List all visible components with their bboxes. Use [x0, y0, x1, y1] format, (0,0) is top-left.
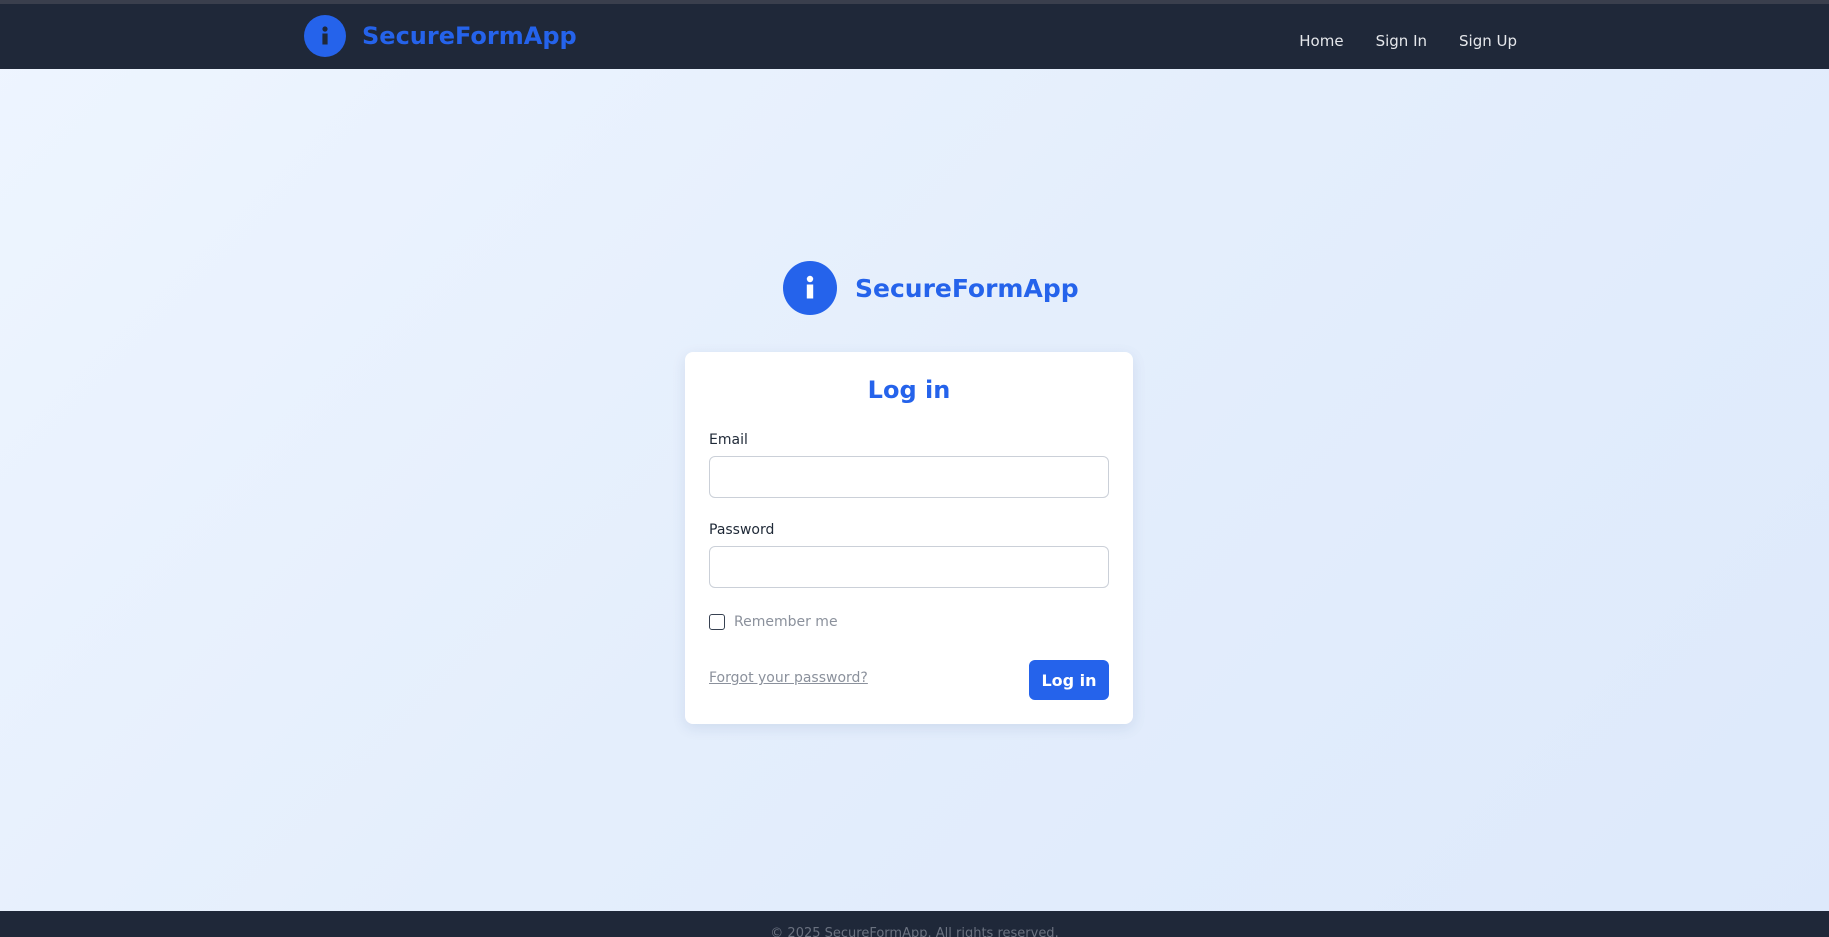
nav-home-link[interactable]: Home [1299, 32, 1343, 50]
footer: © 2025 SecureFormApp. All rights reserve… [0, 911, 1829, 937]
page-brand: SecureFormApp [783, 261, 1079, 315]
nav-links: Home Sign In Sign Up [1299, 8, 1517, 73]
page-brand-name: SecureFormApp [855, 273, 1079, 303]
navbar-brand-name: SecureFormApp [362, 22, 577, 50]
remember-me-checkbox[interactable] [709, 614, 725, 630]
password-field[interactable] [709, 546, 1109, 588]
nav-sign-up-link[interactable]: Sign Up [1459, 32, 1517, 50]
info-icon [783, 261, 837, 315]
navbar-brand-link[interactable]: SecureFormApp [304, 15, 577, 57]
email-label: Email [709, 432, 748, 448]
remember-me-label: Remember me [734, 614, 838, 630]
info-icon [304, 15, 346, 57]
navbar: SecureFormApp Home Sign In Sign Up [0, 4, 1829, 69]
login-title: Log in [867, 376, 951, 404]
password-label: Password [709, 522, 775, 538]
footer-copyright: © 2025 SecureFormApp. All rights reserve… [770, 926, 1059, 937]
email-field[interactable] [709, 456, 1109, 498]
remember-me-option[interactable]: Remember me [709, 614, 838, 630]
login-card: Log in Email Password Remember me Forgot… [685, 352, 1133, 724]
login-button[interactable]: Log in [1029, 660, 1109, 700]
nav-sign-in-link[interactable]: Sign In [1376, 32, 1427, 50]
forgot-password-link[interactable]: Forgot your password? [709, 670, 868, 686]
